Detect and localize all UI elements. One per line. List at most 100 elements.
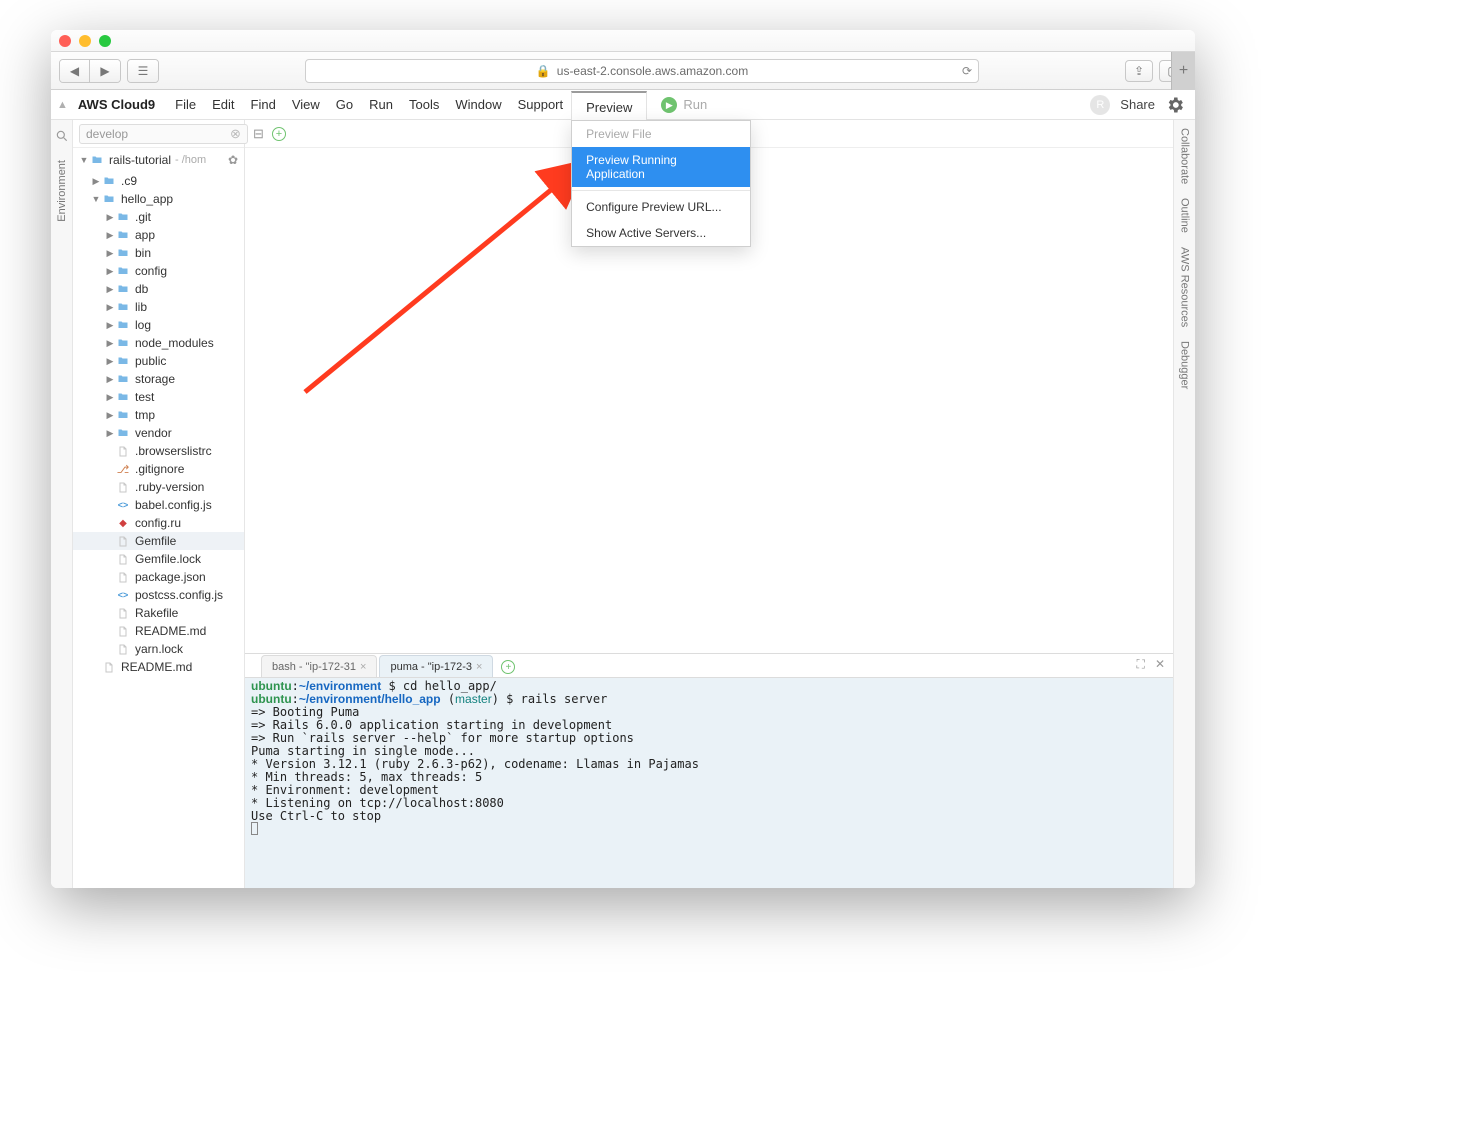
folder-icon — [115, 246, 131, 260]
share-icon[interactable]: ⇪ — [1125, 60, 1153, 82]
clear-search-icon[interactable]: ⊗ — [230, 126, 241, 142]
tree-file[interactable]: .browserslistrc — [73, 442, 244, 460]
tree-folder[interactable]: ▶.c9 — [73, 172, 244, 190]
menu-item-tools[interactable]: Tools — [401, 93, 447, 116]
folder-icon — [115, 282, 131, 296]
tree-folder[interactable]: ▶log — [73, 316, 244, 334]
folder-icon — [115, 210, 131, 224]
project-gear-icon[interactable]: ✿ — [228, 153, 238, 167]
tree-folder[interactable]: ▶.git — [73, 208, 244, 226]
new-terminal-icon[interactable]: + — [501, 660, 515, 674]
browser-window: ◀ ▶ ☰ 🔒 us-east-2.console.aws.amazon.com… — [51, 30, 1195, 888]
run-menu-tab[interactable]: ▶ Run — [647, 90, 721, 120]
tree-item-label: db — [135, 282, 148, 296]
environment-rail-label[interactable]: Environment — [56, 160, 68, 222]
chevron-icon: ▶ — [105, 248, 115, 259]
close-window-icon[interactable] — [59, 35, 71, 47]
tree-file[interactable]: Gemfile.lock — [73, 550, 244, 568]
tree-item-label: config — [135, 264, 167, 278]
tree-item-label: babel.config.js — [135, 498, 212, 512]
browser-toolbar: ◀ ▶ ☰ 🔒 us-east-2.console.aws.amazon.com… — [51, 52, 1195, 90]
dropdown-item[interactable]: Configure Preview URL... — [572, 194, 750, 220]
gear-icon[interactable] — [1165, 95, 1185, 115]
tree-folder[interactable]: ▶tmp — [73, 406, 244, 424]
tree-file[interactable]: package.json — [73, 568, 244, 586]
search-icon[interactable] — [54, 128, 70, 144]
avatar[interactable]: R — [1090, 95, 1110, 115]
panel-icon[interactable]: ⊟ — [253, 126, 264, 142]
right-rail-outline[interactable]: Outline — [1179, 198, 1191, 233]
tree-folder[interactable]: ▶app — [73, 226, 244, 244]
chevron-icon: ▶ — [105, 374, 115, 385]
preview-menu-tab[interactable]: Preview — [571, 91, 647, 121]
tree-folder[interactable]: ▶test — [73, 388, 244, 406]
new-tab-button[interactable]: + — [1171, 52, 1195, 90]
tree-folder[interactable]: ▶storage — [73, 370, 244, 388]
tree-file[interactable]: ⎇.gitignore — [73, 460, 244, 478]
dropdown-item[interactable]: Show Active Servers... — [572, 220, 750, 246]
tree-folder[interactable]: ▶node_modules — [73, 334, 244, 352]
tree-file[interactable]: <>babel.config.js — [73, 496, 244, 514]
cloud9-logo-icon[interactable]: ▲ — [57, 99, 68, 111]
folder-icon — [115, 426, 131, 440]
chevron-icon: ▶ — [105, 266, 115, 277]
menubar-right: R Share — [1090, 95, 1185, 115]
terminal-tab[interactable]: bash - "ip-172-31× — [261, 655, 377, 677]
menu-item-support[interactable]: Support — [510, 93, 572, 116]
tree-item-label: README.md — [121, 660, 192, 674]
forward-button[interactable]: ▶ — [90, 60, 120, 82]
chevron-icon: ▶ — [105, 410, 115, 421]
tree-folder[interactable]: ▶db — [73, 280, 244, 298]
tree-folder[interactable]: ▶bin — [73, 244, 244, 262]
preview-tab-label: Preview — [586, 100, 632, 115]
maximize-panel-icon[interactable]: ⛶ — [1137, 657, 1145, 672]
minimize-window-icon[interactable] — [79, 35, 91, 47]
tree-file[interactable]: README.md — [73, 622, 244, 640]
reload-icon[interactable]: ⟳ — [962, 64, 972, 78]
right-rail-collaborate[interactable]: Collaborate — [1179, 128, 1191, 184]
right-rail-debugger[interactable]: Debugger — [1179, 341, 1191, 389]
tree-folder[interactable]: ▶ config — [73, 262, 244, 280]
close-tab-icon[interactable]: × — [360, 661, 366, 673]
terminal-output[interactable]: ubuntu:~/environment $ cd hello_app/ ubu… — [245, 678, 1173, 888]
menu-item-window[interactable]: Window — [447, 93, 509, 116]
tree-folder[interactable]: ▶lib — [73, 298, 244, 316]
tree-file[interactable]: .ruby-version — [73, 478, 244, 496]
back-button[interactable]: ◀ — [60, 60, 90, 82]
close-tab-icon[interactable]: × — [476, 661, 482, 673]
chevron-icon: ▶ — [105, 320, 115, 331]
tree-folder[interactable]: ▶public — [73, 352, 244, 370]
menu-item-view[interactable]: View — [284, 93, 328, 116]
menu-item-edit[interactable]: Edit — [204, 93, 242, 116]
sidebar-search-input[interactable] — [79, 124, 248, 144]
dropdown-item[interactable]: Preview Running Application — [572, 147, 750, 187]
terminal-tab[interactable]: puma - "ip-172-3× — [379, 655, 493, 677]
show-sidebar-button[interactable]: ☰ — [128, 60, 158, 82]
tree-file[interactable]: Gemfile — [73, 532, 244, 550]
tree-file[interactable]: Rakefile — [73, 604, 244, 622]
close-panel-icon[interactable]: ✕ — [1155, 657, 1165, 672]
tree-file[interactable]: yarn.lock — [73, 640, 244, 658]
tree-folder[interactable]: ▼hello_app — [73, 190, 244, 208]
project-path: - /hom — [175, 154, 206, 166]
chevron-icon: ▶ — [105, 302, 115, 313]
new-file-icon[interactable]: + — [272, 127, 286, 141]
menu-item-find[interactable]: Find — [243, 93, 284, 116]
tree-file[interactable]: README.md — [73, 658, 244, 676]
address-bar[interactable]: 🔒 us-east-2.console.aws.amazon.com ⟳ — [305, 59, 979, 83]
share-button[interactable]: Share — [1120, 97, 1155, 112]
tree-folder[interactable]: ▶vendor — [73, 424, 244, 442]
folder-icon — [115, 408, 131, 422]
menu-item-file[interactable]: File — [167, 93, 204, 116]
right-rail-aws-resources[interactable]: AWS Resources — [1179, 247, 1191, 327]
right-rail: Collaborate Outline AWS Resources Debugger — [1173, 120, 1195, 888]
zoom-window-icon[interactable] — [99, 35, 111, 47]
traffic-lights — [59, 35, 111, 47]
project-root[interactable]: ▼ rails-tutorial - /hom ✿ — [73, 148, 244, 172]
file-icon — [115, 606, 131, 620]
tree-file[interactable]: <>postcss.config.js — [73, 586, 244, 604]
tree-file[interactable]: ◆config.ru — [73, 514, 244, 532]
tree-item-label: postcss.config.js — [135, 588, 223, 602]
menu-item-go[interactable]: Go — [328, 93, 361, 116]
menu-item-run[interactable]: Run — [361, 93, 401, 116]
